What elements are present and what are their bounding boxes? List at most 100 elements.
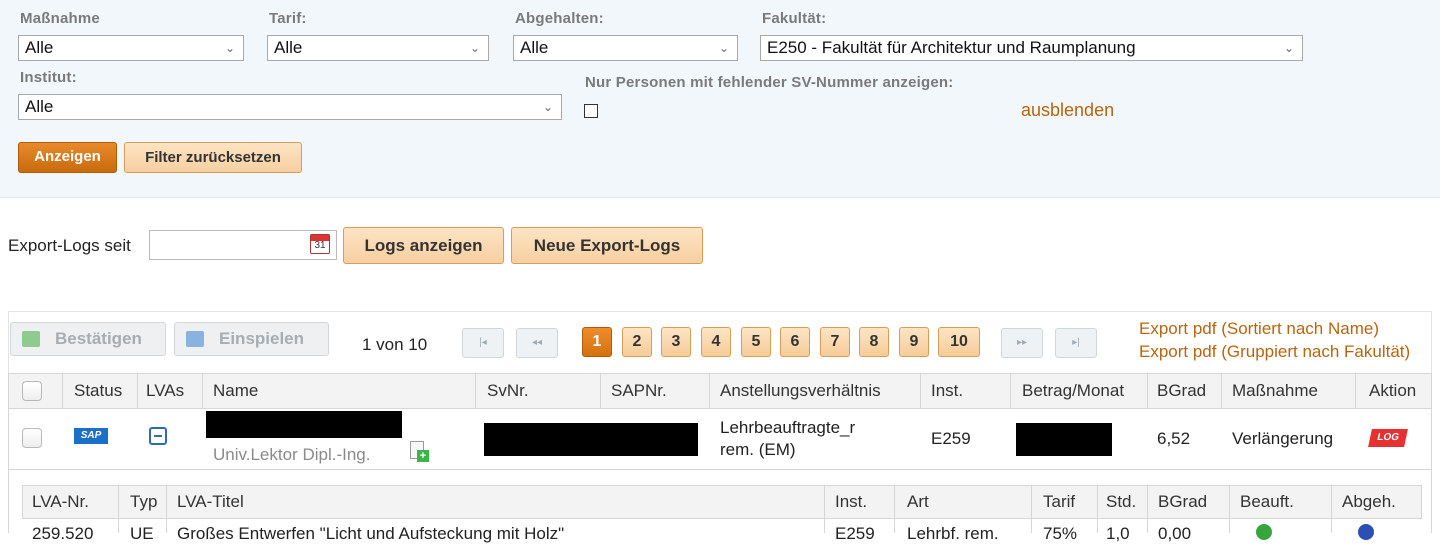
person-title: Univ.Lektor Dipl.-Ing. [213, 445, 371, 464]
fakultaet-select[interactable]: E250 - Fakultät für Architektur und Raum… [760, 35, 1303, 61]
header-massnahme[interactable]: Maßnahme [1232, 374, 1318, 408]
export-date-input[interactable] [149, 230, 337, 260]
fakultaet-value: E250 - Fakultät für Architektur und Raum… [767, 38, 1136, 57]
import-button[interactable]: Einspielen [174, 322, 329, 356]
redacted-betrag [1016, 423, 1112, 456]
redacted-name [206, 411, 402, 438]
header-anstellung[interactable]: Anstellungsverhältnis [720, 374, 881, 408]
massnahme-value: Alle [25, 38, 54, 57]
sv-missing-checkbox[interactable] [584, 104, 598, 118]
col-divider [1331, 485, 1332, 533]
page-button-10[interactable]: 10 [938, 327, 980, 357]
header-inst[interactable]: Inst. [931, 374, 963, 408]
header-sapnr[interactable]: SAPNr. [611, 374, 667, 408]
page-info: 1 von 10 [362, 335, 428, 354]
export-pdf-name-link[interactable]: Export pdf (Sortiert nach Name) [1139, 319, 1379, 339]
header-bgrad[interactable]: BGrad [1157, 374, 1206, 408]
institut-select[interactable]: Alle ⌄ [18, 94, 562, 120]
export-pdf-faculty-link[interactable]: Export pdf (Gruppiert nach Fakultät) [1139, 342, 1410, 362]
last-page-button[interactable]: ▸| [1055, 328, 1097, 358]
page-button-7[interactable]: 7 [820, 327, 850, 357]
page-button-5[interactable]: 5 [741, 327, 771, 357]
abgehalten-select[interactable]: Alle ⌄ [513, 35, 738, 61]
next-page-button[interactable]: ▸▸ [1001, 328, 1043, 358]
collapse-lvas-icon[interactable] [149, 427, 167, 445]
header-lvas[interactable]: LVAs [146, 374, 184, 408]
sap-status-icon: SAP [74, 428, 108, 444]
page-button-9[interactable]: 9 [899, 327, 929, 357]
row-massnahme: Verlängerung [1232, 429, 1334, 448]
page-button-2[interactable]: 2 [622, 327, 652, 357]
chevron-down-icon: ⌄ [542, 100, 553, 114]
header-name[interactable]: Name [213, 374, 258, 408]
lva-header-inst: Inst. [835, 492, 868, 511]
col-divider [1229, 485, 1230, 533]
col-divider [894, 485, 895, 533]
header-status[interactable]: Status [74, 374, 122, 408]
page-button-6[interactable]: 6 [780, 327, 810, 357]
lva-header-std: Std. [1106, 492, 1137, 511]
page-button-4[interactable]: 4 [701, 327, 731, 357]
prev-page-button[interactable]: ◂◂ [516, 328, 558, 358]
chevron-down-icon: ⌄ [469, 41, 480, 55]
header-svnr[interactable]: SvNr. [487, 374, 529, 408]
col-divider [475, 373, 476, 409]
tarif-select[interactable]: Alle ⌄ [267, 35, 489, 61]
abgehalten-question-icon[interactable] [1358, 524, 1374, 540]
lva-header-typ: Typ [130, 492, 158, 511]
lva-titel: Großes Entwerfen "Licht und Aufsteckung … [177, 524, 565, 543]
hide-filters-link[interactable]: ausblenden [1021, 100, 1114, 121]
check-icon [22, 331, 40, 347]
sap-icon [186, 331, 204, 347]
lva-header-nr: LVA-Nr. [32, 492, 89, 511]
col-divider [118, 485, 119, 533]
col-divider [166, 485, 167, 533]
header-aktion[interactable]: Aktion [1369, 374, 1416, 408]
header-betrag[interactable]: Betrag/Monat [1022, 374, 1124, 408]
page-button-8[interactable]: 8 [859, 327, 889, 357]
import-button-label: Einspielen [219, 329, 305, 348]
lva-bgrad: 0,00 [1158, 524, 1192, 543]
logs-show-button[interactable]: Logs anzeigen [343, 227, 504, 264]
abgehalten-label: Abgehalten: [515, 10, 604, 27]
lva-typ: UE [130, 524, 154, 543]
row-checkbox[interactable] [22, 428, 42, 448]
beauftragt-check-icon [1256, 524, 1272, 540]
tarif-value: Alle [274, 38, 303, 57]
add-document-icon[interactable]: + [410, 441, 429, 462]
lva-header-beauft: Beauft. [1240, 492, 1294, 511]
reset-filter-button[interactable]: Filter zurücksetzen [124, 142, 302, 173]
lva-std: 1,0 [1106, 524, 1130, 543]
fakultaet-label: Fakultät: [762, 10, 827, 27]
calendar-icon[interactable]: 31 [310, 234, 330, 254]
col-divider [1097, 485, 1098, 533]
lva-header-abgeh: Abgeh. [1342, 492, 1396, 511]
col-divider [1147, 485, 1148, 533]
sv-missing-label: Nur Personen mit fehlender SV-Nummer anz… [585, 74, 954, 91]
page-button-1[interactable]: 1 [582, 327, 612, 357]
chevron-down-icon: ⌄ [224, 41, 235, 55]
calendar-icon-day: 31 [314, 240, 326, 251]
institut-value: Alle [25, 97, 54, 116]
log-action-icon[interactable]: LOG [1368, 429, 1408, 447]
lva-header-art: Art [907, 492, 929, 511]
lva-header-titel: LVA-Titel [177, 492, 244, 511]
lva-header-tarif: Tarif [1043, 492, 1076, 511]
massnahme-select[interactable]: Alle ⌄ [18, 35, 244, 61]
massnahme-label: Maßnahme [20, 10, 100, 27]
chevron-down-icon: ⌄ [1283, 41, 1294, 55]
col-divider [600, 373, 601, 409]
plus-icon: + [417, 450, 429, 462]
show-button[interactable]: Anzeigen [18, 142, 117, 173]
new-export-logs-button[interactable]: Neue Export-Logs [511, 227, 703, 264]
row-inst: E259 [931, 429, 971, 448]
confirm-button[interactable]: Bestätigen [10, 322, 166, 356]
anstellung-line1: Lehrbeauftragte_r [720, 418, 856, 437]
first-page-button[interactable]: |◂ [462, 328, 504, 358]
tarif-label: Tarif: [269, 10, 307, 27]
chevron-down-icon: ⌄ [718, 41, 729, 55]
select-all-checkbox[interactable] [22, 381, 42, 401]
redacted-svnr-sapnr [484, 423, 698, 456]
minus-bar [154, 435, 162, 437]
page-button-3[interactable]: 3 [661, 327, 691, 357]
